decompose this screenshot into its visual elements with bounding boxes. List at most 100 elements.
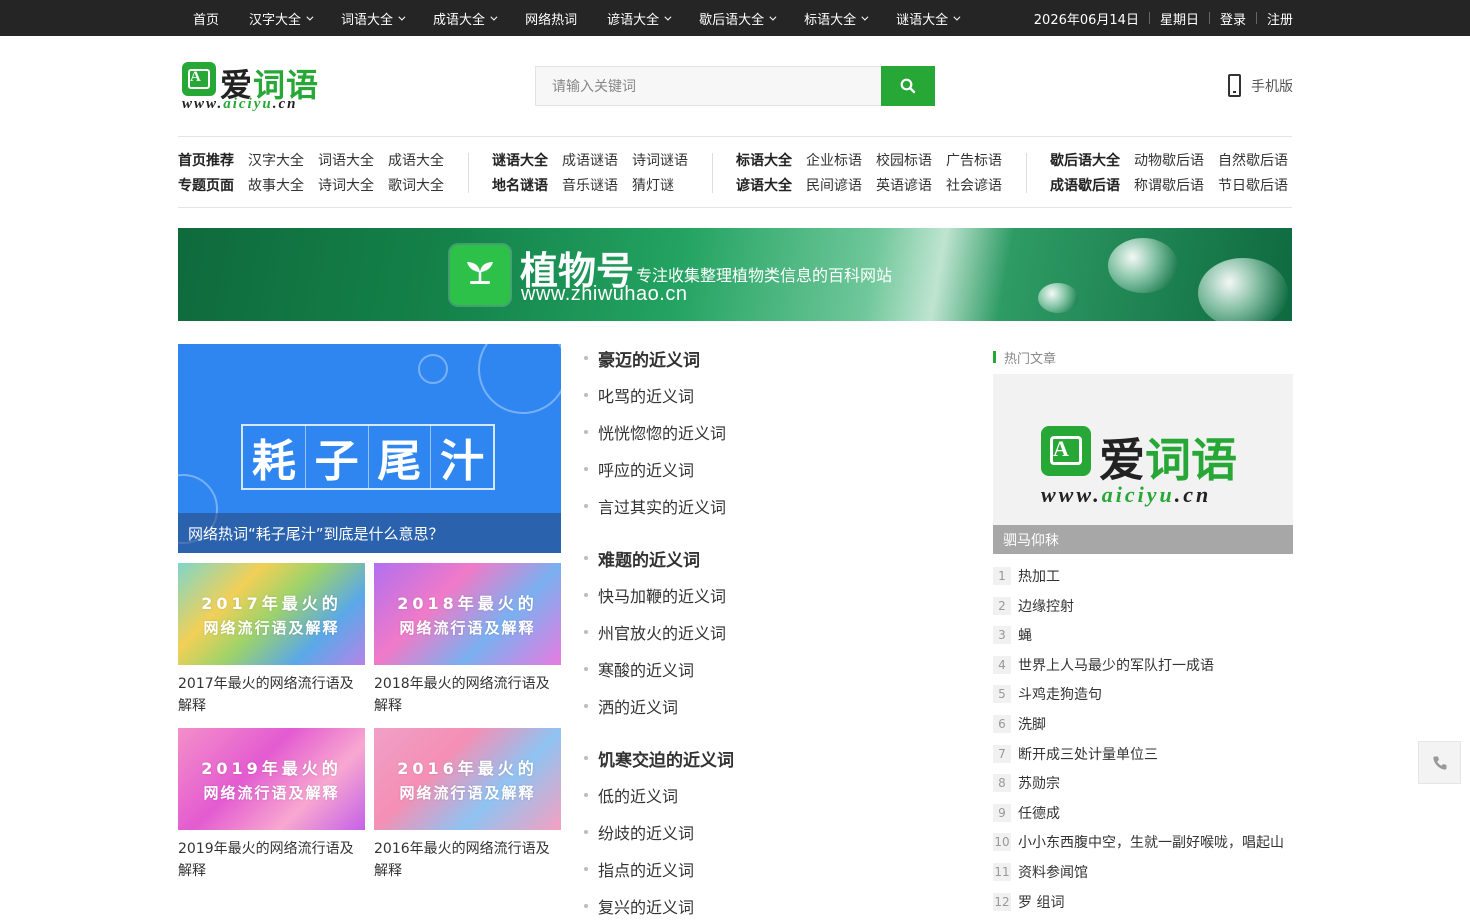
category-row: 谚语大全 民间谚语 英语谚语 社会谚语 — [736, 172, 1016, 197]
category-link[interactable]: 词语大全 — [318, 150, 374, 170]
category-main-link[interactable]: 首页推荐 — [178, 150, 234, 170]
divider — [1208, 12, 1210, 24]
contact-float-button[interactable] — [1418, 741, 1461, 784]
article-thumb[interactable]: 2016年最火的 网络流行语及解释 2016年最火的网络流行语及解释 — [374, 728, 561, 882]
category-link[interactable]: 音乐谜语 — [562, 175, 618, 195]
category-link[interactable]: 成语大全 — [388, 150, 444, 170]
hot-article-item[interactable]: 2 边缘控射 — [993, 596, 1074, 616]
category-link[interactable]: 成语谜语 — [562, 150, 618, 170]
top-nav-item[interactable]: 歇后语大全 — [684, 0, 789, 36]
hot-article-item[interactable]: 11 资料参闻馆 — [993, 862, 1088, 882]
top-nav-item[interactable]: 标语大全 — [789, 0, 881, 36]
top-nav-label: 谜语大全 — [896, 12, 949, 28]
category-link[interactable]: 企业标语 — [806, 150, 862, 170]
synonym-section-heading[interactable]: 豪迈的近义词 — [584, 345, 700, 371]
top-nav-item[interactable]: 首页 — [178, 0, 234, 36]
category-link[interactable]: 广告标语 — [946, 150, 1002, 170]
article-thumb-title: 2019年最火的网络流行语及解释 — [178, 841, 354, 879]
synonym-list-item[interactable]: 快马加鞭的近义词 — [584, 582, 726, 608]
hot-article-item[interactable]: 9 任德成 — [993, 803, 1060, 823]
featured-title-frame: 耗子尾汁 — [241, 424, 495, 490]
logo-mark-icon: A — [182, 62, 216, 96]
category-main-link[interactable]: 地名谜语 — [492, 175, 548, 195]
category-main-link[interactable]: 标语大全 — [736, 150, 792, 170]
hot-article-item[interactable]: 8 苏勋宗 — [993, 773, 1060, 793]
synonym-list-item[interactable]: 言过其实的近义词 — [584, 493, 726, 519]
top-nav-item[interactable]: 谜语大全 — [881, 0, 973, 36]
mobile-version-link[interactable]: 手机版 — [1228, 74, 1293, 97]
article-thumb-image: 2018年最火的 网络流行语及解释 — [374, 563, 561, 665]
top-nav-label: 标语大全 — [804, 12, 857, 28]
search-input[interactable] — [535, 66, 881, 106]
article-thumb[interactable]: 2017年最火的 网络流行语及解释 2017年最火的网络流行语及解释 — [178, 563, 365, 717]
category-main-link[interactable]: 成语歇后语 — [1050, 175, 1120, 195]
category-main-link[interactable]: 谚语大全 — [736, 175, 792, 195]
rank-number: 12 — [993, 892, 1011, 911]
hot-article-item[interactable]: 12 罗 组词 — [993, 892, 1064, 912]
hot-article-title: 洗脚 — [1018, 717, 1046, 733]
hot-article-item[interactable]: 4 世界上人马最少的军队打一成语 — [993, 655, 1214, 675]
top-nav-item[interactable]: 谚语大全 — [592, 0, 684, 36]
rank-number: 5 — [993, 685, 1011, 704]
top-nav-item[interactable]: 成语大全 — [418, 0, 510, 36]
featured-title-char: 尾 — [369, 426, 432, 488]
hot-article-item[interactable]: 10 小小东西腹中空，生就一副好喉咙，唱起山 — [993, 832, 1284, 852]
synonym-list-item[interactable]: 纷歧的近义词 — [584, 819, 694, 845]
chevron-down-icon — [664, 13, 672, 21]
search-button[interactable] — [881, 66, 935, 106]
synonym-list-item[interactable]: 州官放火的近义词 — [584, 619, 726, 645]
category-link[interactable]: 校园标语 — [876, 150, 932, 170]
featured-title-char: 耗 — [243, 426, 306, 488]
category-link[interactable]: 汉字大全 — [248, 150, 304, 170]
category-main-link[interactable]: 歇后语大全 — [1050, 150, 1120, 170]
article-thumb[interactable]: 2018年最火的 网络流行语及解释 2018年最火的网络流行语及解释 — [374, 563, 561, 717]
synonym-list-item[interactable]: 复兴的近义词 — [584, 893, 694, 919]
hot-article-item[interactable]: 7 断开成三处计量单位三 — [993, 744, 1158, 764]
site-logo[interactable]: A 爱词语 www.aiciyu.cn — [180, 60, 322, 116]
category-link[interactable]: 民间谚语 — [806, 175, 862, 195]
hot-article-item[interactable]: 5 斗鸡走狗造句 — [993, 684, 1102, 704]
login-link[interactable]: 登录 — [1220, 9, 1246, 28]
thumb-image-line: 网络流行语及解释 — [203, 784, 340, 802]
category-main-link[interactable]: 专题页面 — [178, 175, 234, 195]
synonym-list-item[interactable]: 恍恍惚惚的近义词 — [584, 419, 726, 445]
category-link[interactable]: 自然歇后语 — [1218, 150, 1288, 170]
chevron-down-icon — [490, 13, 498, 21]
category-link[interactable]: 歌词大全 — [388, 175, 444, 195]
register-link[interactable]: 注册 — [1267, 9, 1293, 28]
category-link[interactable]: 英语谚语 — [876, 175, 932, 195]
zhiwuhao-banner[interactable]: 植物号 专注收集整理植物类信息的百科网站 www.zhiwuhao.cn — [178, 228, 1292, 321]
category-link[interactable]: 诗词大全 — [318, 175, 374, 195]
category-link[interactable]: 社会谚语 — [946, 175, 1002, 195]
article-thumb[interactable]: 2019年最火的 网络流行语及解释 2019年最火的网络流行语及解释 — [178, 728, 365, 882]
synonym-list-item[interactable]: 低的近义词 — [584, 782, 678, 808]
top-nav-item[interactable]: 汉字大全 — [234, 0, 326, 36]
hot-article-item[interactable]: 3蝇 — [993, 625, 1032, 645]
chevron-down-icon — [861, 13, 869, 21]
hot-article-item[interactable]: 6 洗脚 — [993, 714, 1046, 734]
featured-article[interactable]: 耗子尾汁 网络热词“耗子尾汁”到底是什么意思？ — [178, 344, 561, 553]
category-link[interactable]: 节日歇后语 — [1218, 175, 1288, 195]
category-link[interactable]: 猜灯谜 — [632, 175, 674, 195]
bulb-decor — [418, 354, 448, 384]
synonym-section-heading[interactable]: 难题的近义词 — [584, 545, 700, 571]
article-thumb-title: 2018年最火的网络流行语及解释 — [374, 676, 550, 714]
category-link[interactable]: 称谓歇后语 — [1134, 175, 1204, 195]
rank-number: 8 — [993, 774, 1011, 793]
top-nav-item[interactable]: 词语大全 — [326, 0, 418, 36]
hot-article-item[interactable]: 1 热加工 — [993, 566, 1060, 586]
synonym-list-item[interactable]: 寒酸的近义词 — [584, 656, 694, 682]
category-link[interactable]: 动物歇后语 — [1134, 150, 1204, 170]
top-nav-item[interactable]: 网络热词 — [510, 0, 592, 36]
synonym-list-item[interactable]: 叱骂的近义词 — [584, 382, 694, 408]
search-bar — [535, 66, 935, 106]
category-main-link[interactable]: 谜语大全 — [492, 150, 548, 170]
synonym-list-item[interactable]: 洒的近义词 — [584, 693, 678, 719]
category-link[interactable]: 诗词谜语 — [632, 150, 688, 170]
synonym-section-heading[interactable]: 饥寒交迫的近义词 — [584, 745, 734, 771]
category-link[interactable]: 故事大全 — [248, 175, 304, 195]
synonym-list-item[interactable]: 指点的近义词 — [584, 856, 694, 882]
hot-article-card[interactable]: A 爱词语 www.aiciyu.cn 驷马仰秣 — [993, 374, 1293, 554]
top-nav-label: 词语大全 — [341, 12, 394, 28]
synonym-list-item[interactable]: 呼应的近义词 — [584, 456, 694, 482]
